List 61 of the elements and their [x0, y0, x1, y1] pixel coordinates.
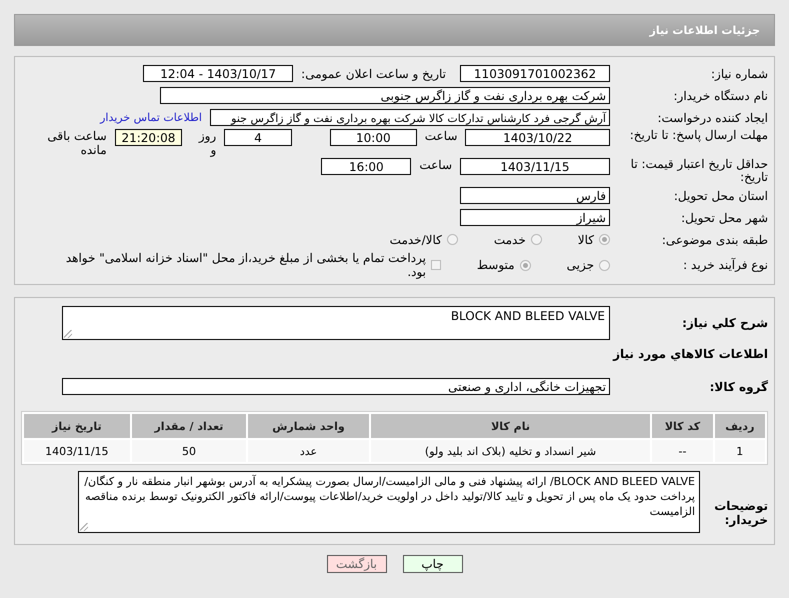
section-title: اطلاعات کالاهاي مورد نياز	[613, 346, 768, 360]
buyer-org-field: شرکت بهره برداری نفت و گاز زاگرس جنوبی	[160, 87, 610, 104]
remaining-time-field: 21:20:08	[114, 129, 182, 146]
days-field: 4	[224, 129, 292, 146]
field-label: نام دستگاه خریدار:	[672, 88, 768, 102]
field-label: شرح کلي نياز:	[681, 316, 768, 330]
description-textarea[interactable]: BLOCK AND BLEED VALVE	[62, 306, 610, 340]
radio-button[interactable]	[599, 260, 610, 270]
radio-button[interactable]	[530, 234, 542, 245]
table-cell: 1	[714, 440, 765, 462]
column-header: کد کالا	[652, 414, 713, 438]
radio-label: کالا	[578, 232, 594, 246]
field-label: حداقل تاریخ اعتبار قیمت: تا تاریخ:	[630, 158, 768, 184]
announce-date-field: 1403/10/17 - 12:04	[143, 65, 294, 82]
field-label: مهلت ارسال پاسخ: تا تاریخ:	[628, 129, 768, 142]
requester-field: آرش گرجی فرد کارشناس تدارکات کالا شرکت بهره برداری نفت و گاز زاگرس جنو	[210, 109, 610, 126]
table-cell: شیر انسداد و تخلیه (بلاک اند بلید ولو)	[370, 440, 650, 462]
goods-group-field: تجهیزات خانگی، اداری و صنعتی	[62, 378, 610, 395]
field-label: گروه کالا:	[708, 380, 768, 394]
field-label: ایجاد کننده درخواست:	[656, 110, 768, 124]
field-label: استان محل تحویل:	[672, 188, 768, 202]
field-label: توضیحات خریدار:	[713, 499, 768, 527]
buyer-contact-link[interactable]: اطلاعات تماس خریدار	[100, 111, 202, 124]
column-header: واحد شمارش	[248, 414, 369, 438]
field-label: تاریخ و ساعت اعلان عمومی:	[301, 66, 446, 80]
field-label: روز و	[197, 129, 216, 157]
field-label: ساعت باقی مانده	[46, 129, 107, 157]
radio-label: متوسط	[476, 258, 515, 272]
field-label: نوع فرآیند خرید :	[682, 258, 768, 272]
field-label: ساعت	[424, 129, 458, 143]
radio-button[interactable]	[599, 234, 610, 245]
reply-time-field: 10:00	[330, 129, 417, 146]
validity-time-field: 16:00	[321, 158, 412, 175]
checkbox[interactable]	[431, 260, 441, 270]
checkbox-label: پرداخت تمام یا بخشی از مبلغ خرید،از محل "اسناد خزانه اسلامی" خواهد بود.	[64, 251, 426, 279]
table-cell: 50	[132, 440, 246, 462]
radio-label: خدمت	[494, 232, 526, 246]
table-cell: --	[652, 440, 713, 462]
column-header: تاریخ نیاز	[24, 414, 130, 438]
need-number-field: 1103091701002362	[460, 65, 610, 82]
back-button[interactable]: بازگشت	[326, 555, 386, 573]
radio-label: کالا/خدمت	[390, 232, 442, 246]
province-field: فارس	[460, 187, 610, 204]
radio-label: جزیی	[566, 258, 594, 272]
field-label: طبقه بندی موضوعی:	[660, 232, 768, 246]
validity-date-field: 1403/11/15	[460, 158, 610, 175]
column-header: ردیف	[714, 414, 765, 438]
print-button[interactable]: چاپ	[402, 555, 462, 573]
radio-button[interactable]	[520, 260, 531, 270]
field-label: شماره نیاز:	[710, 66, 768, 80]
field-label: شهر محل تحویل:	[680, 210, 768, 224]
page-title: جزئیات اطلاعات نیاز	[650, 24, 760, 36]
column-header: نام کالا	[370, 414, 650, 438]
radio-button[interactable]	[446, 234, 458, 245]
table-cell: عدد	[248, 440, 369, 462]
city-field: شیراز	[460, 209, 610, 226]
buyer-notes-textarea[interactable]: BLOCK AND BLEED VALVE/ ارائه پیشنهاد فنی و مالی الزامیست/ارسال بصورت پیشکرایه به آدرس بوشهر انبار منطقه نار و کنگان/پرداخت حدود یک ماه پس از تحویل و تایید کالا/تولید داخل در اولویت خرید/اطلاعات پیوست/ارائه فاکتور الکترونیک توسط برنده مناقصه الزامیست	[78, 471, 700, 533]
field-label: ساعت	[419, 158, 452, 172]
table-cell: 1403/11/15	[24, 440, 130, 462]
column-header: تعداد / مقدار	[132, 414, 246, 438]
reply-date-field: 1403/10/22	[465, 129, 610, 146]
